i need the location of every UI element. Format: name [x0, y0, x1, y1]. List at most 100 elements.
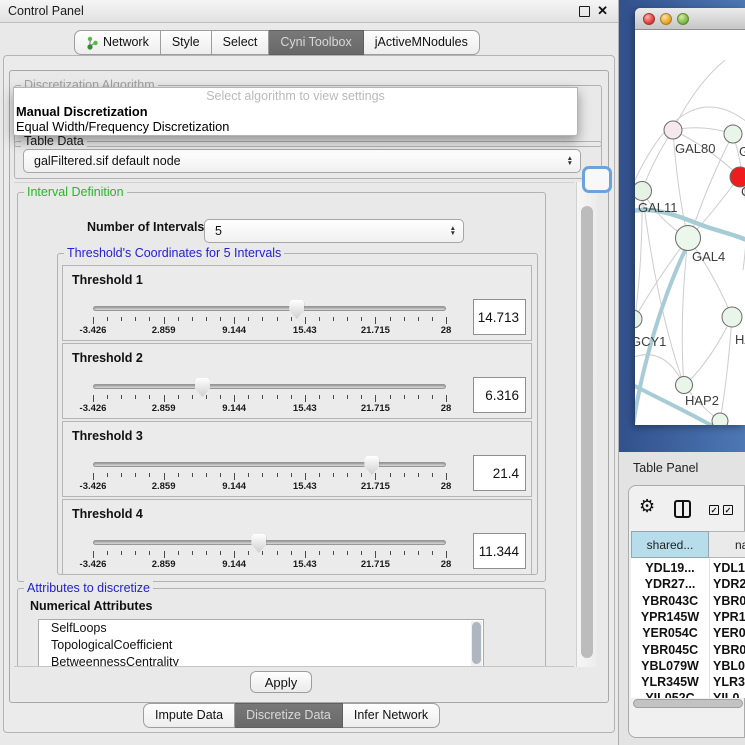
cell-name: YIL0 [713, 691, 739, 698]
network-edge[interactable] [687, 317, 732, 383]
column-header-shared-name[interactable]: shared... [631, 531, 709, 558]
network-edge[interactable] [673, 60, 725, 130]
slider-tick [404, 317, 405, 321]
gear-icon[interactable]: ⚙ [639, 498, 655, 516]
table-row[interactable]: YIL052C YIL0 [631, 691, 745, 698]
tab-jactivemnodules[interactable]: jActiveMNodules [364, 30, 480, 55]
threshold-value-field[interactable]: 14.713 [473, 299, 526, 335]
slider-tick [135, 317, 136, 321]
attribute-list-item[interactable]: BetweennessCentrality [39, 654, 483, 667]
tab-label: Cyni Toolbox [280, 30, 351, 55]
cell-shared-name: YBL079W [631, 659, 709, 673]
slider-track[interactable] [93, 540, 446, 545]
vertical-scrollbar[interactable] [576, 182, 597, 667]
tab-impute-data[interactable]: Impute Data [143, 703, 235, 728]
threshold-value-field[interactable]: 6.316 [473, 377, 526, 413]
tab-network[interactable]: Network [74, 30, 161, 55]
slider-track[interactable] [93, 462, 446, 467]
slider-tick [375, 551, 376, 558]
float-window-icon[interactable] [579, 6, 590, 17]
threshold-label: Threshold 2 [72, 351, 143, 365]
attribute-list-item[interactable]: SelfLoops [39, 620, 483, 637]
threshold-value-field[interactable]: 11.344 [473, 533, 526, 569]
close-traffic-light-icon[interactable] [643, 13, 655, 25]
slider-tick [432, 317, 433, 321]
cell-name: YPR1 [713, 610, 745, 624]
slider-tick [178, 551, 179, 555]
checkbox-icon[interactable]: ✓ [709, 505, 719, 515]
slider-tick [432, 473, 433, 477]
popup-item-manual-discretization[interactable]: Manual Discretization [16, 104, 148, 119]
network-edge[interactable] [642, 130, 673, 191]
slider-tick [178, 473, 179, 477]
network-edge[interactable] [682, 238, 688, 385]
network-node[interactable] [724, 125, 742, 143]
attribute-list-item[interactable]: TopologicalCoefficient [39, 637, 483, 654]
minimize-traffic-light-icon[interactable] [660, 13, 672, 25]
network-edge[interactable] [691, 177, 739, 236]
checkbox-icon[interactable]: ✓ [723, 505, 733, 515]
slider-tick-label: 21.715 [361, 325, 390, 336]
table-row[interactable]: YER054CYER0 [631, 626, 745, 643]
slider-tick [220, 551, 221, 555]
slider-thumb[interactable] [251, 534, 266, 553]
table-row[interactable]: YBR043CYBR0 [631, 594, 745, 611]
table-data-combo[interactable]: galFiltered.sif default node ▲▼ [23, 149, 581, 173]
attributes-list-scrollbar[interactable] [471, 621, 482, 667]
slider-tick [234, 395, 235, 402]
slider-tick [347, 473, 348, 477]
num-intervals-combo[interactable]: 5 ▲▼ [204, 219, 464, 243]
slider-thumb[interactable] [364, 456, 379, 475]
network-edge[interactable] [720, 317, 732, 421]
network-view-window: GAL80GACGAL11GAL4GCY1HAHAP2 [635, 8, 745, 425]
popup-item-equal-width-frequency[interactable]: Equal Width/Frequency Discretization [16, 119, 229, 134]
zoom-traffic-light-icon[interactable] [677, 13, 689, 25]
algorithm-combo-focused[interactable] [582, 166, 612, 193]
table-row[interactable]: YBR045CYBR0 [631, 643, 745, 660]
table-row[interactable]: YDL19...YDL1 [631, 561, 745, 578]
slider-tick-label: 2.859 [152, 481, 176, 492]
slider-tick-label: -3.426 [80, 325, 107, 336]
network-node[interactable] [722, 307, 742, 327]
tab-style[interactable]: Style [161, 30, 212, 55]
slider-tick-label: 28 [441, 481, 452, 492]
table-row[interactable]: YPR145WYPR1 [631, 610, 745, 627]
column-header-name[interactable]: na [709, 531, 745, 558]
slider-thumb[interactable] [195, 378, 210, 397]
tab-cyni-toolbox[interactable]: Cyni Toolbox [269, 30, 363, 55]
slider-tick-label: -3.426 [80, 481, 107, 492]
network-node-gcy1[interactable] [635, 310, 642, 328]
slider-tick [418, 473, 419, 477]
control-panel-titlebar: Control Panel ✕ [0, 0, 618, 23]
slider-tick [234, 551, 235, 558]
slider-tick [347, 395, 348, 399]
horizontal-scrollbar[interactable] [633, 699, 743, 708]
close-icon[interactable]: ✕ [597, 3, 608, 19]
network-node-gal80[interactable] [664, 121, 682, 139]
slider-track[interactable] [93, 384, 446, 389]
network-node-gal11[interactable] [635, 182, 652, 201]
cell-shared-name: YDL19... [631, 561, 709, 575]
interval-definition-group: Interval Definition Number of Intervals … [17, 192, 546, 582]
split-columns-icon[interactable] [674, 500, 691, 518]
table-row[interactable]: YBL079WYBL0 [631, 659, 745, 676]
slider-tick [361, 317, 362, 321]
slider-tick [234, 473, 235, 480]
network-node-hap2[interactable] [676, 377, 693, 394]
table-row[interactable]: YLR345WYLR3 [631, 675, 745, 692]
cell-shared-name: YIL052C [631, 691, 709, 698]
network-canvas[interactable]: GAL80GACGAL11GAL4GCY1HAHAP2 [635, 30, 745, 425]
attributes-list[interactable]: SelfLoopsTopologicalCoefficientBetweenne… [38, 619, 484, 667]
tab-select[interactable]: Select [212, 30, 270, 55]
apply-button[interactable]: Apply [250, 671, 312, 693]
slider-track[interactable] [93, 306, 446, 311]
tab-discretize-data[interactable]: Discretize Data [235, 703, 343, 728]
table-row[interactable]: YDR27...YDR2 [631, 577, 745, 594]
tab-infer-network[interactable]: Infer Network [343, 703, 440, 728]
threshold-value-field[interactable]: 21.4 [473, 455, 526, 491]
slider-tick [192, 473, 193, 477]
network-window-titlebar[interactable] [635, 8, 745, 30]
threshold-label: Threshold 1 [72, 273, 143, 287]
network-node[interactable] [712, 413, 728, 425]
network-node-gal4[interactable] [676, 226, 701, 251]
